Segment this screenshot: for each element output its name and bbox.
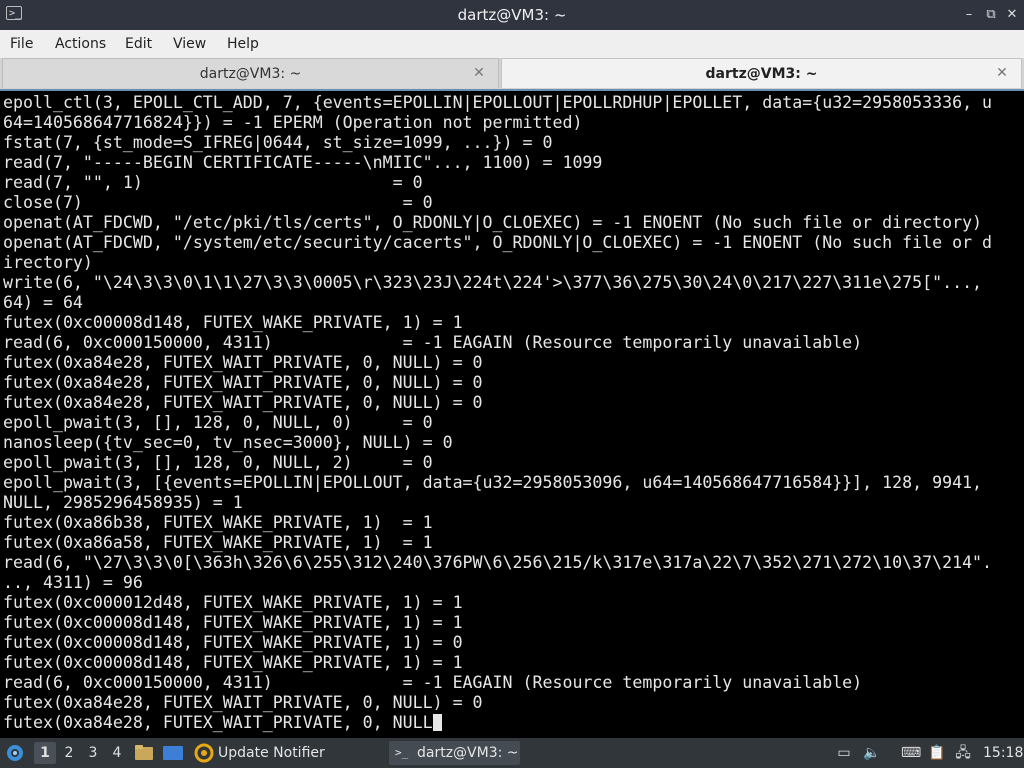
terminal-line: read(6, 0xc000150000, 4311) = -1 EAGAIN … [3,333,863,352]
terminal-line: close(7) = 0 [3,193,433,212]
terminal-line: epoll_pwait(3, [], 128, 0, NULL, 0) = 0 [3,413,433,432]
terminal-line: futex(0xa86b38, FUTEX_WAKE_PRIVATE, 1) =… [3,513,433,532]
clock[interactable]: 15:18 [983,738,1023,768]
workspace-2[interactable]: 2 [58,742,80,764]
menu-view[interactable]: View [173,30,206,58]
terminal-line: futex(0xc00008d148, FUTEX_WAKE_PRIVATE, … [3,613,463,632]
terminal-icon: >_ [395,746,409,759]
title-bar: >_ dartz@VM3: ~ – ⧉ ✕ [0,0,1024,30]
tab-terminal-1[interactable]: dartz@VM3: ~ ✕ [2,58,499,88]
menu-actions[interactable]: Actions [55,30,106,58]
task-update-notifier[interactable]: Update Notifier [218,738,325,768]
minimize-button[interactable]: – [961,7,977,23]
tab-bar: dartz@VM3: ~ ✕ dartz@VM3: ~ ✕ [0,58,1024,89]
app-menu-icon[interactable] [4,743,26,763]
terminal-line: read(7, "-----BEGIN CERTIFICATE-----\nMI… [3,153,603,172]
clipboard-icon[interactable]: 📋 [928,744,946,762]
terminal-line: read(6, "\27\3\3\0[\363h\326\6\255\312\2… [3,553,993,572]
menu-file[interactable]: File [10,30,33,58]
terminal-line: futex(0xa84e28, FUTEX_WAIT_PRIVATE, 0, N… [3,353,483,372]
network-icon[interactable]: 🖧 [954,744,972,762]
terminal-line: futex(0xc000012d48, FUTEX_WAKE_PRIVATE, … [3,593,463,612]
close-window-button[interactable]: ✕ [1004,7,1020,23]
terminal-scrollbar[interactable] [1006,91,1024,738]
tab-label: dartz@VM3: ~ [705,66,818,82]
menu-edit[interactable]: Edit [125,30,152,58]
terminal-line: futex(0xa86a58, FUTEX_WAKE_PRIVATE, 1) =… [3,533,433,552]
terminal-line: epoll_ctl(3, EPOLL_CTL_ADD, 7, {events=E… [3,93,993,112]
taskbar: 1 2 3 4 Update Notifier >_ dartz@VM3: ~ … [0,738,1024,768]
tab-close-icon[interactable]: ✕ [995,66,1009,80]
terminal-line: .., 4311) = 96 [3,573,143,592]
terminal-line: nanosleep({tv_sec=0, tv_nsec=3000}, NULL… [3,433,453,452]
terminal-view[interactable]: epoll_ctl(3, EPOLL_CTL_ADD, 7, {events=E… [0,89,1024,738]
window-title: dartz@VM3: ~ [457,6,567,24]
terminal-line: irectory) [3,253,93,272]
task-terminal-label: dartz@VM3: ~ [417,745,519,761]
terminal-line: NULL, 2985296458935) = 1 [3,493,243,512]
terminal-line: futex(0xa84e28, FUTEX_WAIT_PRIVATE, 0, N… [3,373,483,392]
terminal-line: write(6, "\24\3\3\0\1\1\27\3\3\0005\r\32… [3,273,983,292]
terminal-line: openat(AT_FDCWD, "/system/etc/security/c… [3,233,993,252]
workspace-4[interactable]: 4 [106,742,128,764]
terminal-line: futex(0xc00008d148, FUTEX_WAKE_PRIVATE, … [3,313,463,332]
terminal-line: 64=140568647716824}}) = -1 EPERM (Operat… [3,113,583,132]
terminal-line: epoll_pwait(3, [{events=EPOLLIN|EPOLLOUT… [3,473,983,492]
terminal-line: openat(AT_FDCWD, "/etc/pki/tls/certs", O… [3,213,983,232]
update-notifier-icon [194,743,214,763]
workspace-3[interactable]: 3 [82,742,104,764]
menu-bar: File Actions Edit View Help [0,30,1024,59]
terminal-cursor [432,714,442,731]
menu-help[interactable]: Help [227,30,259,58]
terminal-line: epoll_pwait(3, [], 128, 0, NULL, 2) = 0 [3,453,433,472]
terminal-line: 64) = 64 [3,293,83,312]
terminal-line: futex(0xc00008d148, FUTEX_WAKE_PRIVATE, … [3,653,463,672]
terminal-output: epoll_ctl(3, EPOLL_CTL_ADD, 7, {events=E… [3,93,1003,733]
volume-icon[interactable]: 🔈 [863,744,881,762]
tab-close-icon[interactable]: ✕ [472,66,486,80]
terminal-line: read(7, "", 1) = 0 [3,173,423,192]
terminal-line: read(6, 0xc000150000, 4311) = -1 EAGAIN … [3,673,863,692]
terminal-line: futex(0xa84e28, FUTEX_WAIT_PRIVATE, 0, N… [3,393,483,412]
tab-label: dartz@VM3: ~ [199,66,302,82]
desktop-icon[interactable] [162,744,184,762]
keyboard-icon[interactable]: ⌨ [901,744,921,762]
terminal-line: futex(0xa84e28, FUTEX_WAIT_PRIVATE, 0, N… [3,713,1003,733]
workspace-1[interactable]: 1 [34,742,56,764]
display-icon[interactable]: ▭ [835,744,853,762]
maximize-button[interactable]: ⧉ [983,7,999,23]
terminal-line: fstat(7, {st_mode=S_IFREG|0644, st_size=… [3,133,553,152]
terminal-line: futex(0xa84e28, FUTEX_WAIT_PRIVATE, 0, N… [3,693,483,712]
tab-terminal-2[interactable]: dartz@VM3: ~ ✕ [501,58,1022,88]
terminal-line: futex(0xc00008d148, FUTEX_WAKE_PRIVATE, … [3,633,463,652]
file-manager-icon[interactable] [134,744,154,762]
